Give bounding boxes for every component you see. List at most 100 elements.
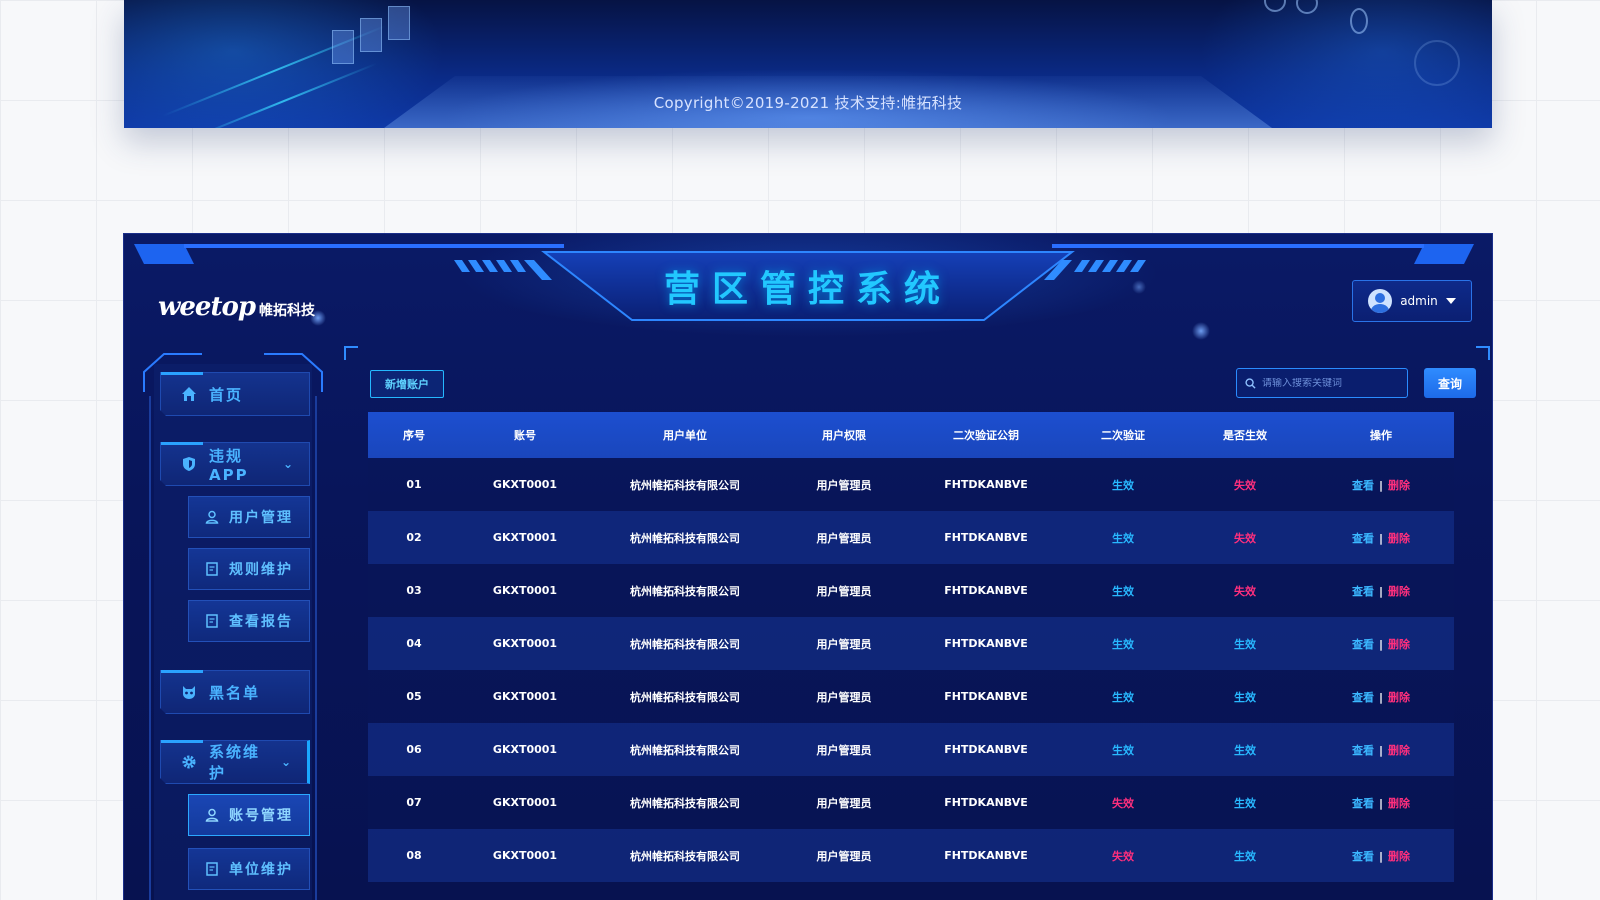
cell-verify: 生效 xyxy=(1112,637,1134,651)
user-menu[interactable]: admin xyxy=(1352,280,1472,322)
cell-actions: 查看 | 删除 xyxy=(1308,670,1454,723)
cell-account: GKXT0001 xyxy=(492,849,558,862)
sidebar-item-label: 账号管理 xyxy=(229,808,293,824)
sidebar: 首页 违规APP ⌄ 用户管理 规则维护 查看报告 黑名单 系统维护 ⌄ 账号管… xyxy=(142,352,324,900)
sidebar-item-user-management[interactable]: 用户管理 xyxy=(188,496,310,538)
table-row: 01 GKXT0001 杭州帷拓科技有限公司 用户管理员 FHTDKANBVE 生效 失效 查… xyxy=(368,458,1454,511)
cell-account: GKXT0001 xyxy=(492,743,558,756)
sidebar-item-label: 黑名单 xyxy=(209,683,261,702)
sidebar-item-unit-maintenance[interactable]: 单位维护 xyxy=(188,848,310,890)
cell-no: 06 xyxy=(406,743,422,756)
cell-role: 用户管理员 xyxy=(816,690,872,704)
sidebar-item-account-management[interactable]: 账号管理 xyxy=(188,794,310,836)
column-header: 操作 xyxy=(1370,429,1392,442)
copyright-text: Copyright©2019-2021 技术支持:帷拓科技 xyxy=(653,94,963,112)
main-panel: 新增账户 查询 序号 账号 用户单位 用户权限 二次验证公钥 二 xyxy=(344,346,1490,900)
query-button[interactable]: 查询 xyxy=(1424,368,1476,398)
delete-link[interactable]: 删除 xyxy=(1388,850,1410,863)
cell-role: 用户管理员 xyxy=(816,531,872,545)
sidebar-item-label: 首页 xyxy=(209,385,244,404)
sidebar-item-label: 用户管理 xyxy=(229,510,293,526)
sidebar-item-system-maintenance[interactable]: 系统维护 ⌄ xyxy=(160,740,310,784)
cell-unit: 杭州帷拓科技有限公司 xyxy=(630,637,740,651)
cell-role: 用户管理员 xyxy=(816,849,872,863)
action-separator: | xyxy=(1378,796,1384,810)
cell-unit: 杭州帷拓科技有限公司 xyxy=(630,849,740,863)
cell-verify: 生效 xyxy=(1112,478,1134,492)
cell-active: 生效 xyxy=(1234,690,1256,704)
delete-link[interactable]: 删除 xyxy=(1388,479,1410,492)
search-box xyxy=(1236,368,1408,398)
cell-unit: 杭州帷拓科技有限公司 xyxy=(630,478,740,492)
cell-active: 生效 xyxy=(1234,849,1256,863)
delete-link[interactable]: 删除 xyxy=(1388,638,1410,651)
sidebar-item-blacklist[interactable]: 黑名单 xyxy=(160,670,310,714)
cell-key: FHTDKANBVE xyxy=(944,531,1028,544)
cell-actions: 查看 | 删除 xyxy=(1308,829,1454,882)
cell-unit: 杭州帷拓科技有限公司 xyxy=(630,796,740,810)
cell-no: 02 xyxy=(406,531,422,544)
decor-block xyxy=(388,6,410,40)
cell-actions: 查看 | 删除 xyxy=(1308,564,1454,617)
column-header: 序号 xyxy=(403,429,425,442)
action-separator: | xyxy=(1378,637,1384,651)
cell-no: 03 xyxy=(406,584,422,597)
view-link[interactable]: 查看 xyxy=(1352,479,1374,492)
table-row: 02 GKXT0001 杭州帷拓科技有限公司 用户管理员 FHTDKANBVE 生效 失效 查… xyxy=(368,511,1454,564)
avatar-icon xyxy=(1368,289,1393,313)
caret-down-icon xyxy=(1445,298,1456,304)
search-input[interactable] xyxy=(1262,377,1402,389)
column-header: 用户单位 xyxy=(663,429,707,442)
cell-verify: 生效 xyxy=(1112,531,1134,545)
sidebar-item-view-report[interactable]: 查看报告 xyxy=(188,600,310,642)
cell-verify: 生效 xyxy=(1112,690,1134,704)
add-account-button[interactable]: 新增账户 xyxy=(370,370,444,398)
action-separator: | xyxy=(1378,690,1384,704)
sidebar-item-rule-maintenance[interactable]: 规则维护 xyxy=(188,548,310,590)
delete-link[interactable]: 删除 xyxy=(1388,585,1410,598)
view-link[interactable]: 查看 xyxy=(1352,532,1374,545)
sidebar-item-violation-app[interactable]: 违规APP ⌄ xyxy=(160,442,310,486)
sidebar-item-label: 规则维护 xyxy=(229,562,293,578)
cell-verify: 生效 xyxy=(1112,743,1134,757)
decor-ring xyxy=(1296,0,1318,14)
decor-ring xyxy=(1350,8,1368,34)
cell-active: 失效 xyxy=(1234,584,1256,598)
decor-block xyxy=(332,30,354,64)
column-header: 账号 xyxy=(514,429,536,442)
view-link[interactable]: 查看 xyxy=(1352,691,1374,704)
view-link[interactable]: 查看 xyxy=(1352,638,1374,651)
document-icon xyxy=(206,862,218,876)
view-link[interactable]: 查看 xyxy=(1352,585,1374,598)
logo: weetop 帷拓科技 xyxy=(158,292,315,322)
decor-ring xyxy=(1264,0,1286,12)
table-row: 05 GKXT0001 杭州帷拓科技有限公司 用户管理员 FHTDKANBVE 生效 生效 查… xyxy=(368,670,1454,723)
cell-no: 08 xyxy=(406,849,422,862)
cell-active: 失效 xyxy=(1234,478,1256,492)
cell-role: 用户管理员 xyxy=(816,584,872,598)
home-icon xyxy=(181,386,197,402)
logo-mark: weetop xyxy=(158,292,256,322)
cell-key: FHTDKANBVE xyxy=(944,584,1028,597)
delete-link[interactable]: 删除 xyxy=(1388,532,1410,545)
table-header: 序号 账号 用户单位 用户权限 二次验证公钥 二次验证 是否生效 操作 xyxy=(368,412,1454,458)
delete-link[interactable]: 删除 xyxy=(1388,797,1410,810)
column-header: 是否生效 xyxy=(1223,429,1267,442)
cell-account: GKXT0001 xyxy=(492,478,558,491)
decor-block xyxy=(360,18,382,52)
chevron-down-icon: ⌄ xyxy=(282,457,295,471)
sidebar-item-home[interactable]: 首页 xyxy=(160,372,310,416)
delete-link[interactable]: 删除 xyxy=(1388,691,1410,704)
delete-link[interactable]: 删除 xyxy=(1388,744,1410,757)
column-header: 二次验证公钥 xyxy=(953,429,1019,442)
tab-marker xyxy=(161,442,203,445)
tab-marker xyxy=(161,372,203,375)
mask-icon xyxy=(181,684,197,700)
cell-active: 生效 xyxy=(1234,796,1256,810)
cell-account: GKXT0001 xyxy=(492,584,558,597)
view-link[interactable]: 查看 xyxy=(1352,797,1374,810)
view-link[interactable]: 查看 xyxy=(1352,850,1374,863)
sidebar-item-label: 违规APP xyxy=(209,446,249,484)
view-link[interactable]: 查看 xyxy=(1352,744,1374,757)
cell-active: 生效 xyxy=(1234,743,1256,757)
